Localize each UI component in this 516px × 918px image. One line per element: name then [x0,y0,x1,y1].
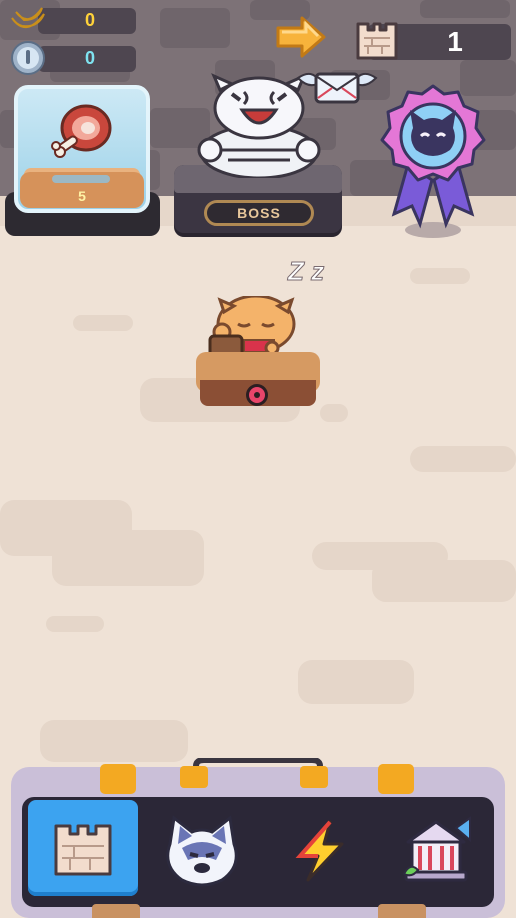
floor-patch [320,404,348,422]
meat-leg-icon [51,104,112,158]
floor-patch [40,720,188,762]
coin-count: 0 [84,48,95,68]
alarm-button-icon[interactable] [244,382,270,408]
castle-wall-icon[interactable] [50,816,116,880]
tray-clip-left [100,764,136,794]
tray-handle-clip-right [300,766,328,788]
floor-patch [410,268,470,284]
floor-patch [298,660,414,704]
tray-foot-left [92,904,140,918]
boss-label[interactable]: BOSS [204,200,314,226]
floor-patch [410,446,516,472]
banana-icon [11,7,45,28]
floor-patch [73,315,133,331]
castle-wall-icon [356,22,398,60]
item-cushion-stripe [52,175,110,183]
item-count: 5 [78,188,86,204]
floor-patch [52,530,204,586]
bank-building-icon[interactable] [400,814,474,888]
floor-patch [46,616,104,632]
banana-count: 0 [84,10,95,30]
arrow-right-icon[interactable] [274,14,328,60]
cat-rosette-badge-icon[interactable] [380,84,486,244]
floor-patch [372,560,516,602]
sleep-zzz: Z z [288,256,325,287]
tray-foot-right [378,904,426,918]
husky-face-icon[interactable] [162,814,242,888]
tray-handle-clip-left [180,766,208,788]
silver-coin-icon [11,41,45,75]
sleeping-tiger-cub-icon[interactable] [204,296,304,358]
level-value: 1 [447,26,463,57]
tray-clip-right [378,764,414,794]
lightning-icon[interactable] [290,818,350,884]
winged-mail-icon[interactable] [292,68,382,108]
